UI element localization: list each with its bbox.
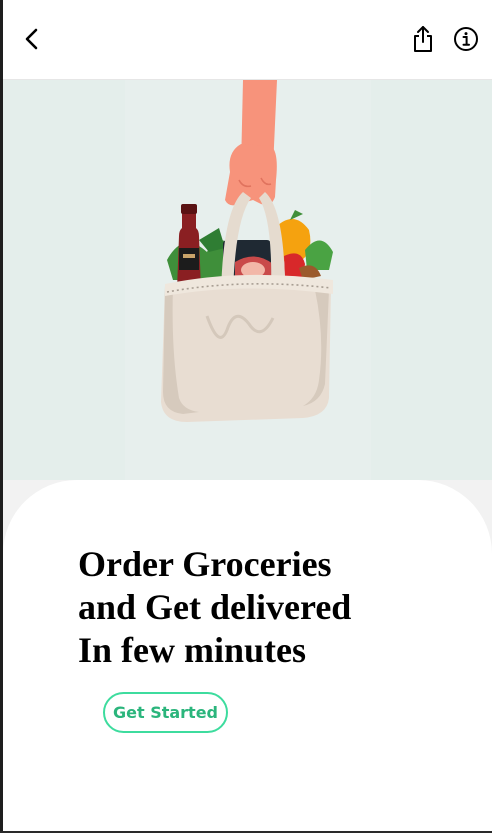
- info-button[interactable]: [451, 24, 481, 54]
- hero-banner: [3, 80, 492, 480]
- get-started-button[interactable]: Get Started: [103, 692, 228, 733]
- hand-icon: [225, 80, 277, 206]
- share-icon: [414, 26, 432, 52]
- grocery-bag: [161, 274, 333, 422]
- headline-line: In few minutes: [78, 630, 307, 670]
- grocery-bag-illustration: [161, 80, 333, 422]
- back-button[interactable]: [17, 24, 47, 54]
- headline: Order Groceries and Get delivered In few…: [78, 543, 438, 672]
- headline-line: Order Groceries: [78, 544, 332, 584]
- top-app-bar: [3, 0, 492, 80]
- headline-line: and Get delivered: [78, 587, 352, 627]
- share-button[interactable]: [408, 24, 438, 54]
- wine-bottle: [177, 204, 201, 290]
- info-icon: [454, 27, 478, 51]
- chevron-left-icon: [25, 28, 38, 50]
